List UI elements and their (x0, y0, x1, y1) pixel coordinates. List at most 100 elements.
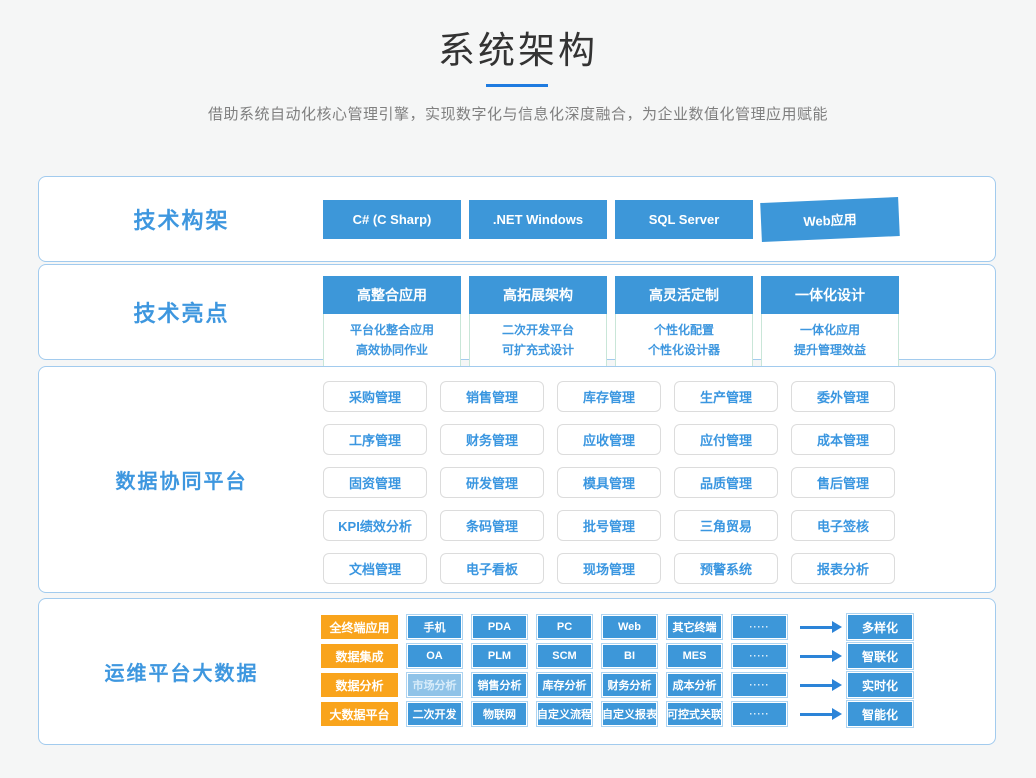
section-label-tech-framework: 技术构架 (39, 177, 324, 261)
ops-item-ellipsis: ····· (733, 616, 786, 638)
highlight-cards: 高整合应用 平台化整合应用 高效协同作业 高拓展架构 二次开发平台 可扩充式设计… (323, 276, 899, 368)
module-chip: 报表分析 (791, 553, 895, 584)
module-chip: KPI绩效分析 (323, 510, 427, 541)
highlight-card-title: 一体化设计 (761, 276, 899, 314)
ops-item: 二次开发 (408, 703, 461, 725)
ops-row-analysis: 数据分析 市场分析 销售分析 库存分析 财务分析 成本分析 ····· 实时化 (321, 673, 912, 697)
highlight-card-body: 一体化应用 提升管理效益 (761, 314, 899, 368)
tech-button-dotnet: .NET Windows (469, 200, 607, 239)
ops-item: 财务分析 (603, 674, 656, 696)
ops-item: 其它终端 (668, 616, 721, 638)
ops-item: BI (603, 645, 656, 667)
ops-item: 库存分析 (538, 674, 591, 696)
tech-button-web: Web应用 (760, 197, 900, 242)
module-chip: 销售管理 (440, 381, 544, 412)
tech-button-csharp: C# (C Sharp) (323, 200, 461, 239)
section-data-platform: 数据协同平台 采购管理 销售管理 库存管理 生产管理 委外管理 工序管理 财务管… (38, 366, 996, 593)
module-chip: 批号管理 (557, 510, 661, 541)
module-chip: 生产管理 (674, 381, 778, 412)
highlight-line: 个性化配置 (616, 320, 752, 340)
module-chip: 工序管理 (323, 424, 427, 455)
highlight-card-body: 个性化配置 个性化设计器 (615, 314, 753, 368)
module-grid: 采购管理 销售管理 库存管理 生产管理 委外管理 工序管理 财务管理 应收管理 … (323, 381, 895, 584)
highlight-card-title: 高拓展架构 (469, 276, 607, 314)
highlight-card: 高拓展架构 二次开发平台 可扩充式设计 (469, 276, 607, 368)
highlight-line: 高效协同作业 (324, 340, 460, 360)
highlight-card-body: 二次开发平台 可扩充式设计 (469, 314, 607, 368)
highlight-card: 高灵活定制 个性化配置 个性化设计器 (615, 276, 753, 368)
ops-result-chip: 多样化 (848, 615, 912, 639)
page-subtitle: 借助系统自动化核心管理引擎，实现数字化与信息化深度融合，为企业数值化管理应用赋能 (0, 103, 1036, 124)
highlight-card-title: 高灵活定制 (615, 276, 753, 314)
highlight-line: 可扩充式设计 (470, 340, 606, 360)
section-tech-framework: 技术构架 C# (C Sharp) .NET Windows SQL Serve… (38, 176, 996, 262)
page: 系统架构 借助系统自动化核心管理引擎，实现数字化与信息化深度融合，为企业数值化管… (0, 0, 1036, 778)
module-chip: 应付管理 (674, 424, 778, 455)
ops-row-bigdata: 大数据平台 二次开发 物联网 自定义流程 自定义报表 可控式关联 ····· 智… (321, 702, 912, 726)
highlight-card-title: 高整合应用 (323, 276, 461, 314)
title-underline (486, 84, 548, 87)
module-chip: 电子看板 (440, 553, 544, 584)
ops-item: 市场分析 (408, 674, 461, 696)
section-label-tech-highlights: 技术亮点 (39, 265, 324, 359)
module-chip: 模具管理 (557, 467, 661, 498)
highlight-line: 二次开发平台 (470, 320, 606, 340)
section-label-data-platform: 数据协同平台 (39, 367, 324, 592)
module-chip: 三角贸易 (674, 510, 778, 541)
module-chip: 电子签核 (791, 510, 895, 541)
module-chip: 采购管理 (323, 381, 427, 412)
ops-item-ellipsis: ····· (733, 645, 786, 667)
ops-row-terminals: 全终端应用 手机 PDA PC Web 其它终端 ····· 多样化 (321, 615, 912, 639)
tech-button-sqlserver: SQL Server (615, 200, 753, 239)
ops-category-tag: 数据集成 (321, 644, 398, 668)
flow-arrow-icon (800, 655, 832, 658)
highlight-card: 一体化设计 一体化应用 提升管理效益 (761, 276, 899, 368)
ops-item: PDA (473, 616, 526, 638)
ops-category-tag: 数据分析 (321, 673, 398, 697)
module-chip: 应收管理 (557, 424, 661, 455)
highlight-line: 个性化设计器 (616, 340, 752, 360)
module-chip: 财务管理 (440, 424, 544, 455)
highlight-card-body: 平台化整合应用 高效协同作业 (323, 314, 461, 368)
ops-item: 销售分析 (473, 674, 526, 696)
ops-result-chip: 智联化 (848, 644, 912, 668)
module-chip: 固资管理 (323, 467, 427, 498)
module-chip: 现场管理 (557, 553, 661, 584)
section-ops-platform: 运维平台大数据 全终端应用 手机 PDA PC Web 其它终端 ····· 多… (38, 598, 996, 745)
module-chip: 库存管理 (557, 381, 661, 412)
module-chip: 预警系统 (674, 553, 778, 584)
page-title: 系统架构 (0, 20, 1036, 74)
module-chip: 研发管理 (440, 467, 544, 498)
highlight-line: 平台化整合应用 (324, 320, 460, 340)
ops-item: Web (603, 616, 656, 638)
section-tech-highlights: 技术亮点 高整合应用 平台化整合应用 高效协同作业 高拓展架构 二次开发平台 可… (38, 264, 996, 360)
ops-result-chip: 实时化 (848, 673, 912, 697)
highlight-card: 高整合应用 平台化整合应用 高效协同作业 (323, 276, 461, 368)
ops-item: 成本分析 (668, 674, 721, 696)
ops-item-ellipsis: ····· (733, 703, 786, 725)
ops-rows: 全终端应用 手机 PDA PC Web 其它终端 ····· 多样化 数据集成 … (321, 615, 912, 731)
ops-item: OA (408, 645, 461, 667)
ops-item-ellipsis: ····· (733, 674, 786, 696)
tech-framework-buttons: C# (C Sharp) .NET Windows SQL Server Web… (323, 177, 899, 261)
module-chip: 售后管理 (791, 467, 895, 498)
ops-category-tag: 全终端应用 (321, 615, 398, 639)
ops-item: 自定义流程 (538, 703, 591, 725)
ops-item: 可控式关联 (668, 703, 721, 725)
module-chip: 成本管理 (791, 424, 895, 455)
ops-result-chip: 智能化 (848, 702, 912, 726)
flow-arrow-icon (800, 684, 832, 687)
ops-category-tag: 大数据平台 (321, 702, 398, 726)
module-chip: 品质管理 (674, 467, 778, 498)
ops-item: MES (668, 645, 721, 667)
ops-item: 物联网 (473, 703, 526, 725)
ops-item: PLM (473, 645, 526, 667)
module-chip: 文档管理 (323, 553, 427, 584)
module-chip: 委外管理 (791, 381, 895, 412)
ops-item: SCM (538, 645, 591, 667)
flow-arrow-icon (800, 626, 832, 629)
ops-item: 手机 (408, 616, 461, 638)
highlight-line: 一体化应用 (762, 320, 898, 340)
highlight-line: 提升管理效益 (762, 340, 898, 360)
flow-arrow-icon (800, 713, 832, 716)
